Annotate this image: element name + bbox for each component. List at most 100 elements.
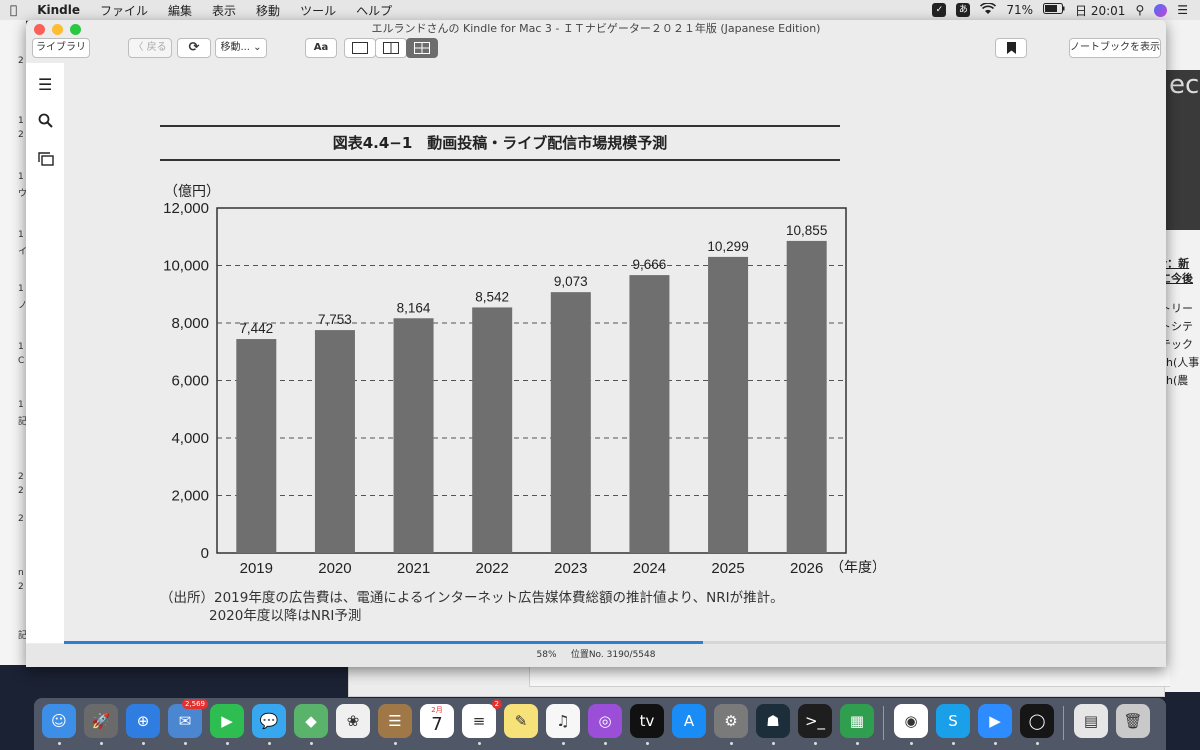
downloads-icon[interactable]: ▤ <box>1074 704 1108 738</box>
mail-icon[interactable]: ✉ 2,569 <box>168 699 208 738</box>
bar-value-label: 7,753 <box>318 312 352 327</box>
chrome-icon[interactable]: ◉ <box>894 704 928 738</box>
running-indicator <box>994 742 997 745</box>
menu-file[interactable]: ファイル <box>90 2 158 19</box>
trash-icon[interactable]: 🗑 <box>1116 704 1150 738</box>
reminders-icon[interactable]: ≡ 2 <box>462 699 502 738</box>
flashcards-icon[interactable] <box>38 151 54 170</box>
bar <box>236 339 277 553</box>
close-window-button[interactable] <box>34 24 45 35</box>
skype-icon[interactable]: S <box>936 704 970 738</box>
maps-icon[interactable]: ◆ <box>294 704 328 738</box>
background-text: 1 <box>18 230 24 240</box>
checkmark-status-icon[interactable]: ✓ <box>932 3 947 17</box>
search-icon[interactable] <box>38 113 53 132</box>
kindle-icon[interactable]: ☗ <box>756 704 790 738</box>
siri-icon[interactable] <box>1154 3 1168 17</box>
zoom-window-button[interactable] <box>70 24 81 35</box>
activity-icon-glyph: ◯ <box>1028 712 1046 730</box>
keynote-icon[interactable]: ▦ <box>840 704 874 738</box>
podcasts-icon[interactable]: ◎ <box>588 704 622 738</box>
tv-icon-glyph: tv <box>639 712 655 730</box>
dock: ☺ 🚀 ⊕ ✉ 2,569 ▶ 💬 ◆ ❀ ☰ 2月 7 ≡ 2 ✎ ♫ ◎ tv A ⚙ ☗ >_ ▦ ◉ S ▶ ◯ ▤ 🗑 <box>34 698 1166 750</box>
safari-icon-glyph: ⊕ <box>136 712 150 730</box>
finder-icon-glyph: ☺ <box>51 712 67 730</box>
photos-icon[interactable]: ❀ <box>336 704 370 738</box>
book-page[interactable]: 図表4.4−1 動画投稿・ライブ配信市場規模予測 （億円） 0 2,000 4,000… <box>64 63 1166 643</box>
menu-help[interactable]: ヘルプ <box>346 2 402 19</box>
messages-icon[interactable]: 💬 <box>252 704 286 738</box>
background-text: 2 <box>18 130 24 140</box>
two-page-icon <box>383 42 399 54</box>
font-settings-button[interactable]: Aa <box>305 38 337 58</box>
background-text: 2 <box>18 56 24 66</box>
mail-badge: 2,569 <box>181 699 208 709</box>
terminal-icon[interactable]: >_ <box>798 704 832 738</box>
maps-icon-glyph: ◆ <box>305 712 317 730</box>
sync-icon: ⟳ <box>188 40 200 55</box>
wifi-icon[interactable] <box>980 1 997 18</box>
reminders-icon-glyph: ≡ <box>472 712 486 730</box>
bar <box>472 307 513 553</box>
bar <box>314 330 355 553</box>
app-store-icon-glyph: A <box>683 712 695 730</box>
back-button[interactable]: 〈 戻る <box>128 38 172 58</box>
finder-icon[interactable]: ☺ <box>42 704 76 738</box>
zoom-icon[interactable]: ▶ <box>978 704 1012 738</box>
skype-icon-glyph: S <box>948 712 958 730</box>
x-tick-label: 2019 <box>240 560 273 573</box>
dock-separator <box>1063 706 1064 740</box>
calendar-icon[interactable]: 2月 7 <box>420 704 454 738</box>
running-indicator <box>310 742 313 745</box>
app-store-icon[interactable]: A <box>672 704 706 738</box>
grid-view-button[interactable] <box>406 38 438 58</box>
safari-icon[interactable]: ⊕ <box>126 704 160 738</box>
music-icon[interactable]: ♫ <box>546 704 580 738</box>
x-tick-label: 2023 <box>554 560 587 573</box>
menu-go[interactable]: 移動 <box>246 2 290 19</box>
y-tick-label: 0 <box>201 545 209 562</box>
mail-icon-glyph: ✉ <box>178 712 192 730</box>
single-column-button[interactable] <box>344 38 376 58</box>
bar-value-label: 9,666 <box>633 257 667 272</box>
battery-icon[interactable] <box>1043 3 1065 17</box>
menu-tools[interactable]: ツール <box>290 2 346 19</box>
goto-button[interactable]: 移動... ⌄ <box>215 38 267 58</box>
clock[interactable]: 日 20:01 <box>1075 2 1125 19</box>
notes-icon[interactable]: ✎ <box>504 704 538 738</box>
running-indicator <box>58 742 61 745</box>
contacts-icon[interactable]: ☰ <box>378 704 412 738</box>
activity-icon[interactable]: ◯ <box>1020 704 1054 738</box>
app-menu[interactable]: Kindle <box>27 3 90 17</box>
background-text: 1 <box>18 116 24 126</box>
contacts-icon-glyph: ☰ <box>388 712 402 730</box>
progress-percent: 58% <box>536 650 557 660</box>
minimize-window-button[interactable] <box>52 24 63 35</box>
system-preferences-icon[interactable]: ⚙ <box>714 704 748 738</box>
show-notebook-button[interactable]: ノートブックを表示 <box>1069 38 1161 58</box>
library-button[interactable]: ライブラリ <box>32 38 90 58</box>
menu-edit[interactable]: 編集 <box>158 2 202 19</box>
control-menu-icon[interactable]: ☰ <box>1177 3 1188 17</box>
bar-value-label: 9,073 <box>554 274 588 289</box>
table-of-contents-icon[interactable]: ☰ <box>38 75 52 94</box>
background-book-cover: ec <box>1165 70 1200 230</box>
bar <box>550 292 591 553</box>
background-text: 2 <box>18 582 24 592</box>
bookmark-button[interactable] <box>995 38 1027 58</box>
running-indicator <box>910 742 913 745</box>
menu-view[interactable]: 表示 <box>202 2 246 19</box>
x-tick-label: 2022 <box>476 560 509 573</box>
facetime-icon[interactable]: ▶ <box>210 704 244 738</box>
sync-button[interactable]: ⟳ <box>177 38 211 58</box>
running-indicator <box>226 742 229 745</box>
launchpad-icon[interactable]: 🚀 <box>84 704 118 738</box>
spotlight-search-icon[interactable]: ⚲ <box>1135 3 1144 17</box>
apple-menu-icon[interactable]:  <box>0 3 27 17</box>
running-indicator <box>772 742 775 745</box>
input-method-icon[interactable]: あ <box>956 3 971 17</box>
bar-value-label: 7,442 <box>239 321 273 336</box>
x-tick-label: 2026 <box>790 560 823 573</box>
tv-icon[interactable]: tv <box>630 704 664 738</box>
two-column-button[interactable] <box>375 38 407 58</box>
